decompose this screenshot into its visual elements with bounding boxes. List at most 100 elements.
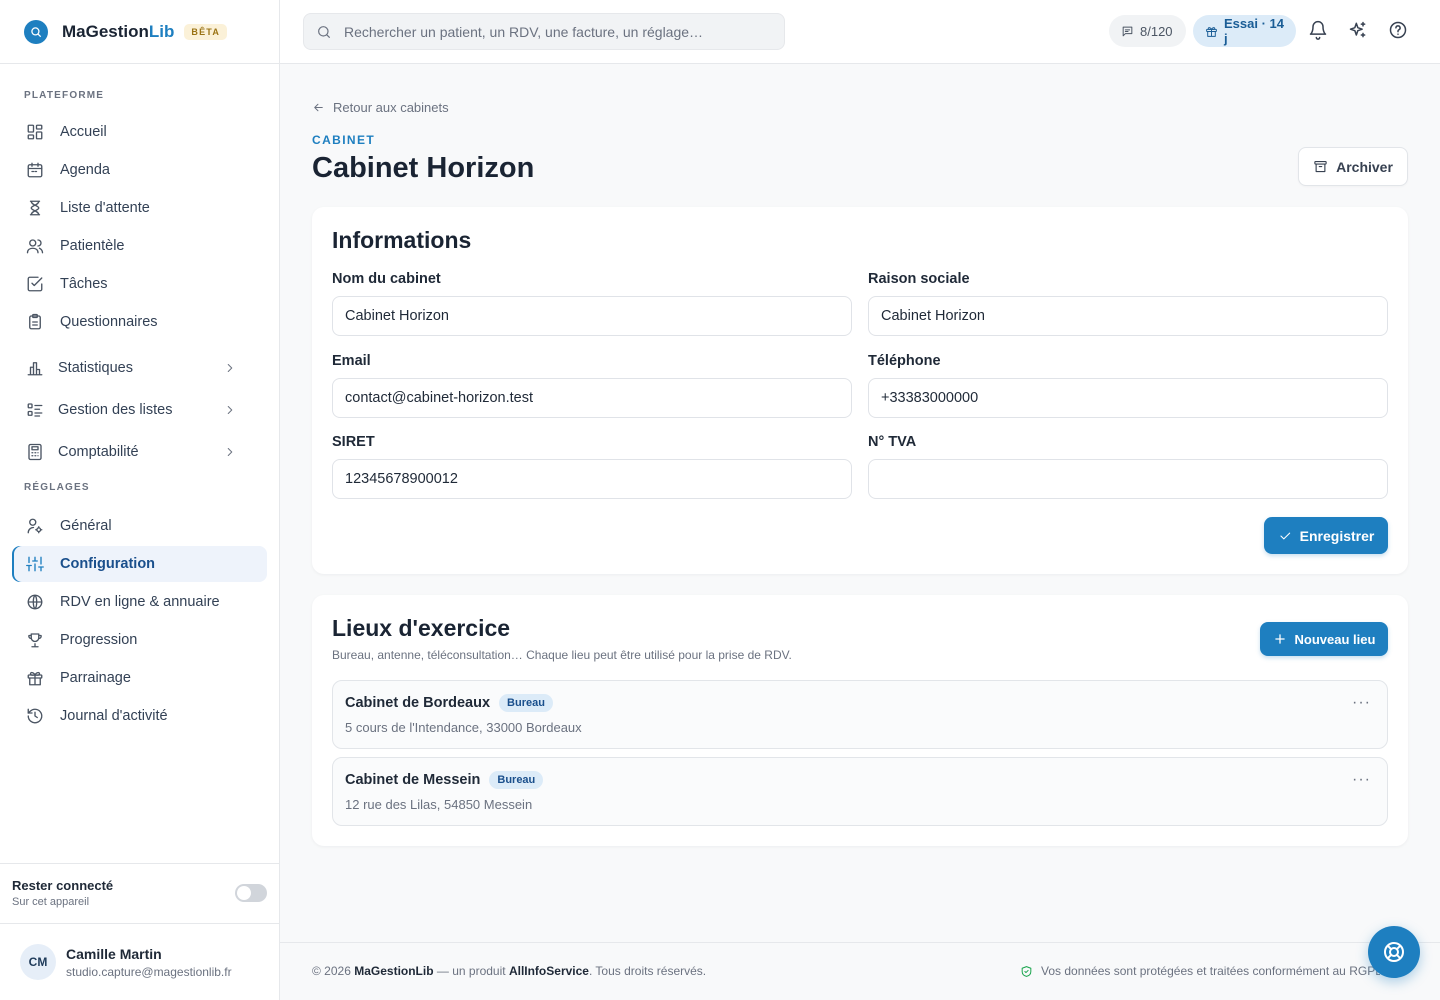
sidebar-item-label: Liste d'attente <box>60 200 150 216</box>
sidebar-item-questionnaires[interactable]: Questionnaires <box>12 304 267 340</box>
sidebar-item-configuration[interactable]: Configuration <box>12 546 267 582</box>
sidebar-item-agenda[interactable]: Agenda <box>12 152 267 188</box>
stay-connected-title: Rester connecté <box>12 878 114 893</box>
field-label: Nom du cabinet <box>332 271 441 287</box>
more-options-icon[interactable]: ··· <box>1352 695 1371 711</box>
search-bar[interactable] <box>303 13 785 50</box>
sidebar-item-label: Statistiques <box>58 360 133 376</box>
stay-connected: Rester connecté Sur cet appareil <box>0 863 279 923</box>
chevron-right-icon <box>223 445 243 459</box>
place-type-badge: Bureau <box>489 771 544 789</box>
search-input[interactable] <box>344 23 764 40</box>
sidebar-item-statistiques[interactable]: Statistiques <box>12 348 267 388</box>
back-link-label: Retour aux cabinets <box>333 100 449 115</box>
sidebar-item-comptabilite[interactable]: Comptabilité <box>12 432 267 472</box>
support-button[interactable] <box>1368 926 1420 978</box>
user-email: studio.capture@magestionlib.fr <box>66 964 232 979</box>
footer-copyright: © 2026 MaGestionLib — un produit AllInfo… <box>312 964 707 978</box>
footer-company-link[interactable]: AllInfoService <box>509 964 589 978</box>
page-title: Cabinet Horizon <box>312 152 535 184</box>
places-card: Lieux d'exercice Bureau, antenne, téléco… <box>312 595 1408 846</box>
sidebar-item-label: Gestion des listes <box>58 402 173 418</box>
sidebar-item-label: Journal d'activité <box>60 708 168 724</box>
place-item[interactable]: Cabinet de Messein Bureau 12 rue des Lil… <box>332 757 1388 826</box>
sidebar-item-patientele[interactable]: Patientèle <box>12 228 267 264</box>
back-link[interactable]: Retour aux cabinets <box>312 100 449 115</box>
nom-cabinet-input[interactable] <box>332 296 852 336</box>
sidebar-item-parrainage[interactable]: Parrainage <box>12 660 267 696</box>
field-telephone: Téléphone <box>868 353 1388 418</box>
user-profile[interactable]: CM Camille Martin studio.capture@magesti… <box>0 923 279 1000</box>
sidebar-item-label: Agenda <box>60 162 110 178</box>
email-input[interactable] <box>332 378 852 418</box>
field-label: Raison sociale <box>868 271 970 287</box>
sidebar-item-gestion-listes[interactable]: Gestion des listes <box>12 390 267 430</box>
archive-icon <box>1313 159 1328 174</box>
topbar: 8/120 Essai · 14 j <box>280 0 1440 64</box>
list-icon <box>26 401 46 419</box>
nav-settings: Général Configuration RDV en ligne & ann… <box>0 508 279 734</box>
sidebar-item-accueil[interactable]: Accueil <box>12 114 267 150</box>
check-square-icon <box>26 275 46 293</box>
search-icon <box>316 24 332 40</box>
raison-sociale-input[interactable] <box>868 296 1388 336</box>
hourglass-icon <box>26 199 46 217</box>
field-raison-sociale: Raison sociale <box>868 271 1388 336</box>
new-place-button[interactable]: Nouveau lieu <box>1260 622 1388 656</box>
field-email: Email <box>332 353 852 418</box>
sidebar-item-rdv-en-ligne[interactable]: RDV en ligne & annuaire <box>12 584 267 620</box>
trial-label: Essai · 14 j <box>1224 16 1284 46</box>
archive-button[interactable]: Archiver <box>1298 147 1408 186</box>
field-siret: SIRET <box>332 434 852 499</box>
sidebar-item-taches[interactable]: Tâches <box>12 266 267 302</box>
telephone-input[interactable] <box>868 378 1388 418</box>
tva-input[interactable] <box>868 459 1388 499</box>
arrow-left-icon <box>312 101 325 114</box>
place-item[interactable]: Cabinet de Bordeaux Bureau 5 cours de l'… <box>332 680 1388 749</box>
place-address: 5 cours de l'Intendance, 33000 Bordeaux <box>345 720 582 735</box>
chevron-right-icon <box>223 403 243 417</box>
users-icon <box>26 237 46 255</box>
more-options-icon[interactable]: ··· <box>1352 772 1371 788</box>
gift-icon <box>1205 25 1218 38</box>
message-icon <box>1121 25 1134 38</box>
stay-connected-toggle[interactable] <box>235 884 267 902</box>
siret-input[interactable] <box>332 459 852 499</box>
footer-brand-link[interactable]: MaGestionLib <box>354 964 433 978</box>
sidebar-item-general[interactable]: Général <box>12 508 267 544</box>
sidebar-item-label: Accueil <box>60 124 107 140</box>
footer-privacy: Vos données sont protégées et traitées c… <box>1020 964 1380 978</box>
sidebar-item-liste-attente[interactable]: Liste d'attente <box>12 190 267 226</box>
place-type-badge: Bureau <box>499 694 553 712</box>
sidebar-item-label: RDV en ligne & annuaire <box>60 594 220 610</box>
sliders-icon <box>26 555 46 573</box>
sidebar-item-label: Parrainage <box>60 670 131 686</box>
sidebar-item-label: Comptabilité <box>58 444 139 460</box>
footer-privacy-text: Vos données sont protégées et traitées c… <box>1041 964 1380 978</box>
bell-icon[interactable] <box>1308 20 1328 40</box>
places-title: Lieux d'exercice <box>332 615 511 641</box>
brand[interactable]: MaGestionLib BÊTA <box>0 0 279 64</box>
nav-platform: Accueil Agenda Liste d'attente Patientèl… <box>0 114 279 340</box>
user-name: Camille Martin <box>66 945 162 962</box>
sidebar-item-journal[interactable]: Journal d'activité <box>12 698 267 734</box>
main-content: Retour aux cabinets CABINET Cabinet Hori… <box>280 64 1440 942</box>
places-subtitle: Bureau, antenne, téléconsultation… Chaqu… <box>332 648 792 662</box>
sparkles-icon[interactable] <box>1348 20 1368 40</box>
sidebar-item-label: Progression <box>60 632 138 648</box>
save-button[interactable]: Enregistrer <box>1264 517 1388 554</box>
trial-badge[interactable]: Essai · 14 j <box>1193 15 1296 47</box>
sidebar: MaGestionLib BÊTA PLATEFORME Accueil Age… <box>0 0 280 1000</box>
user-cog-icon <box>26 517 46 535</box>
help-icon[interactable] <box>1388 20 1408 40</box>
avatar: CM <box>20 944 56 980</box>
calculator-icon <box>26 443 46 461</box>
plus-icon <box>1273 632 1287 646</box>
beta-badge: BÊTA <box>184 23 228 40</box>
page-eyebrow: CABINET <box>312 133 376 147</box>
nav-section-settings: RÉGLAGES <box>24 482 90 493</box>
sms-counter[interactable]: 8/120 <box>1109 15 1186 47</box>
sidebar-item-progression[interactable]: Progression <box>12 622 267 658</box>
info-card: Informations Nom du cabinet Raison socia… <box>312 207 1408 574</box>
sidebar-item-label: Général <box>60 518 112 534</box>
